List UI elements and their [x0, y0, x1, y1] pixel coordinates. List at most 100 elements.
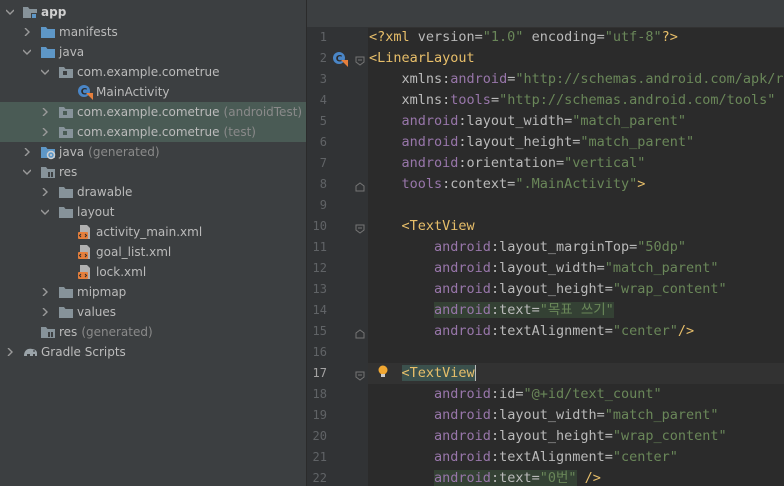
attr-name: :layout_height=	[490, 428, 613, 444]
xml-file-icon	[77, 224, 93, 240]
code-line-21[interactable]: android:textAlignment="center"	[369, 447, 678, 468]
package-icon	[58, 124, 74, 140]
tree-item-package-android-test[interactable]: com.example.cometrue (androidTest)	[0, 102, 306, 122]
project-tree: app manifests java com.example.cometrue …	[0, 0, 306, 486]
tree-label-res: res	[59, 165, 78, 179]
chevron-down-icon[interactable]	[23, 48, 31, 56]
activity-class-icon[interactable]: C	[332, 51, 348, 67]
code-line-5[interactable]: android:layout_width="match_parent"	[369, 111, 687, 132]
attr-name: :layout_height=	[490, 281, 613, 297]
code-line-1[interactable]: <?xml version="1.0" encoding="utf-8"?>	[369, 27, 678, 48]
tree-item-lock-xml[interactable]: lock.xml	[0, 262, 306, 282]
chevron-right-icon[interactable]	[23, 148, 31, 156]
chevron-down-icon[interactable]	[6, 8, 14, 16]
attr-encoding: encoding=	[523, 29, 605, 45]
code-line-3[interactable]: xmlns:android="http://schemas.android.co…	[369, 69, 784, 90]
code-line-18[interactable]: android:id="@+id/text_count"	[369, 384, 662, 405]
code-line-8[interactable]: tools:context=".MainActivity">	[369, 174, 646, 195]
chevron-down-icon[interactable]	[23, 168, 31, 176]
tree-item-package-test[interactable]: com.example.cometrue (test)	[0, 122, 306, 142]
code-line-12[interactable]: android:layout_width="match_parent"	[369, 258, 719, 279]
code-line-7[interactable]: android:orientation="vertical"	[369, 153, 646, 174]
tree-item-activity-main-xml[interactable]: activity_main.xml	[0, 222, 306, 242]
tree-item-layout[interactable]: layout	[0, 202, 306, 222]
chevron-right-icon[interactable]	[6, 348, 14, 356]
tree-item-java-generated[interactable]: java (generated)	[0, 142, 306, 162]
generated-folder-icon	[40, 144, 56, 160]
line-number: 21	[312, 450, 327, 464]
line-number: 8	[319, 177, 327, 191]
code-line-15[interactable]: android:textAlignment="center"/>	[369, 321, 694, 342]
package-icon	[58, 104, 74, 120]
tree-label-values: values	[77, 305, 117, 319]
chevron-right-icon[interactable]	[41, 108, 49, 116]
xml-pi-open: <?xml	[369, 29, 410, 45]
tree-item-app[interactable]: app	[0, 2, 306, 22]
tree-item-gradle-scripts[interactable]: Gradle Scripts	[0, 342, 306, 362]
line-number-current: 17	[312, 366, 327, 380]
code-line-17[interactable]: <TextView	[369, 363, 476, 384]
line-number: 2	[319, 51, 327, 65]
chevron-down-icon[interactable]	[41, 208, 49, 216]
code-line-6[interactable]: android:layout_height="match_parent"	[369, 132, 695, 153]
editor-tab-strip	[307, 0, 784, 28]
attr-value: "목표 쓰기"	[539, 302, 614, 318]
attr-eq: =	[490, 92, 500, 108]
code-line-10[interactable]: <TextView	[369, 216, 475, 237]
code-line-14[interactable]: android:text="목표 쓰기"	[369, 300, 614, 321]
tree-item-res-generated[interactable]: res (generated)	[0, 322, 306, 342]
tree-label-file: activity_main.xml	[96, 225, 203, 239]
tree-item-values[interactable]: values	[0, 302, 306, 322]
attr-value: "0번"	[539, 470, 577, 486]
chevron-down-icon[interactable]	[41, 68, 49, 76]
chevron-right-icon[interactable]	[41, 308, 49, 316]
code-line-19[interactable]: android:layout_width="match_parent"	[369, 405, 719, 426]
attr-name: :id=	[490, 386, 524, 402]
package-icon	[58, 64, 74, 80]
chevron-right-icon[interactable]	[23, 28, 31, 36]
code-line-20[interactable]: android:layout_height="wrap_content"	[369, 426, 727, 447]
attr-name: :textAlignment=	[490, 449, 613, 465]
hardcoded-text-warning: android:text="0번"	[434, 470, 577, 486]
code-line-4[interactable]: xmlns:tools="http://schemas.android.com/…	[369, 90, 776, 111]
attr-name: :layout_marginTop=	[490, 239, 638, 255]
attr-value: "wrap_content"	[612, 428, 727, 444]
attr-namespace: android	[434, 323, 491, 339]
kotlin-class-icon: C	[77, 84, 93, 100]
tree-item-java[interactable]: java	[0, 42, 306, 62]
tree-item-package-main[interactable]: com.example.cometrue	[0, 62, 306, 82]
package-name: com.example.cometrue	[77, 105, 220, 119]
tree-item-res[interactable]: res	[0, 162, 306, 182]
tree-item-goal-list-xml[interactable]: goal_list.xml	[0, 242, 306, 262]
chevron-right-icon[interactable]	[41, 188, 49, 196]
attr-namespace: android	[434, 428, 491, 444]
line-number: 5	[319, 114, 327, 128]
attr-xmlns: xmlns	[401, 71, 443, 87]
attr-namespace: tools	[401, 176, 443, 192]
attr-namespace: android	[434, 470, 491, 486]
attr-value: "match_parent"	[604, 260, 719, 276]
xml-pi-close: ?>	[661, 29, 678, 45]
package-name: com.example.cometrue	[77, 125, 220, 139]
attr-namespace: android	[401, 113, 459, 129]
tree-item-manifests[interactable]: manifests	[0, 22, 306, 42]
code-line-11[interactable]: android:layout_marginTop="50dp"	[369, 237, 686, 258]
resources-folder-icon	[40, 164, 56, 180]
tree-item-drawable[interactable]: drawable	[0, 182, 306, 202]
code-editor[interactable]: 1 2 3 4 5 6 7 8 9 10 11 12 13 14 15 16 1…	[307, 0, 784, 486]
value-encoding: "utf-8"	[604, 29, 662, 45]
tree-item-mipmap[interactable]: mipmap	[0, 282, 306, 302]
code-line-22[interactable]: android:text="0번" />	[369, 468, 601, 486]
tree-item-main-activity[interactable]: C MainActivity	[0, 82, 306, 102]
tree-label-drawable: drawable	[77, 185, 133, 199]
attr-namespace: android	[401, 134, 459, 150]
source-folder-icon	[40, 44, 56, 60]
tag-open: <TextView	[401, 365, 475, 381]
code-line-2[interactable]: <LinearLayout	[369, 48, 475, 69]
attr-version: version=	[409, 29, 483, 45]
text-caret	[474, 365, 476, 381]
chevron-right-icon[interactable]	[41, 128, 49, 136]
code-line-13[interactable]: android:layout_height="wrap_content"	[369, 279, 727, 300]
chevron-right-icon[interactable]	[41, 288, 49, 296]
attr-namespace: android	[450, 71, 508, 87]
